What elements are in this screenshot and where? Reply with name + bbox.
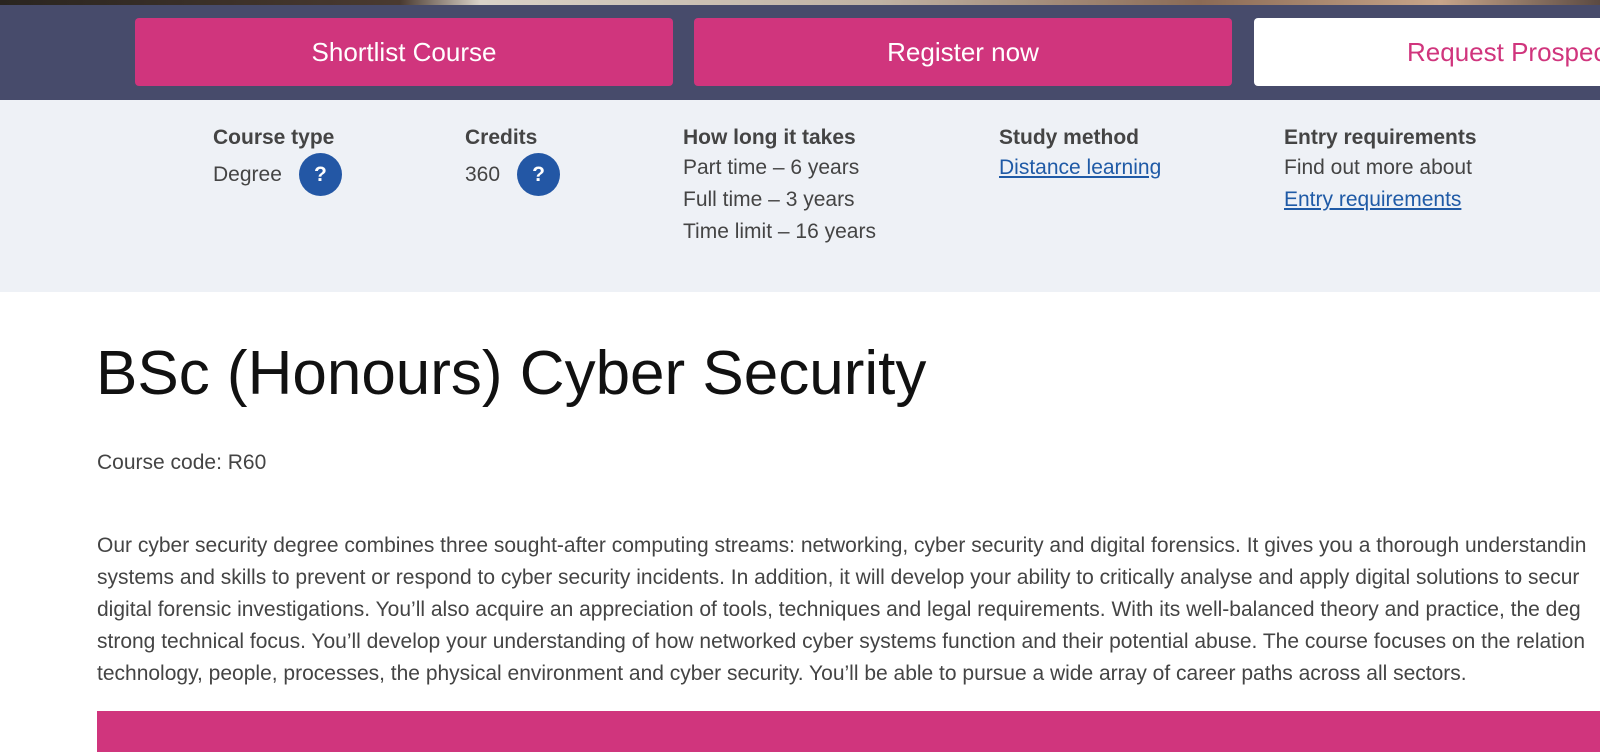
shortlist-course-button[interactable]: Shortlist Course [135, 18, 673, 86]
credits-value-row: 360 ? [465, 153, 561, 196]
course-type-help-icon[interactable]: ? [298, 153, 342, 196]
course-type-heading: Course type [213, 126, 335, 149]
distance-learning-link[interactable]: Distance learning [999, 156, 1161, 179]
duration-heading: How long it takes [683, 126, 856, 149]
entry-requirements-heading: Entry requirements [1284, 126, 1477, 149]
course-action-bar: Shortlist Course Register now Request Pr… [0, 5, 1600, 100]
entry-requirements-text: Find out more about [1284, 156, 1472, 179]
course-code: Course code: R60 [97, 451, 267, 474]
study-method-heading: Study method [999, 126, 1139, 149]
course-description: Our cyber security degree combines three… [97, 530, 1600, 690]
description-line: digital forensic investigations. You’ll … [97, 598, 1581, 621]
register-now-button[interactable]: Register now [694, 18, 1232, 86]
credits-help-icon[interactable]: ? [517, 153, 561, 196]
description-line: systems and skills to prevent or respond… [97, 566, 1580, 589]
duration-part-time: Part time – 6 years [683, 156, 860, 179]
duration-full-time: Full time – 3 years [683, 188, 855, 211]
entry-requirements-column: Entry requirements Find out more about E… [1284, 124, 1477, 216]
course-type-column: Course type Degree ? [213, 124, 342, 196]
section-banner [97, 711, 1600, 752]
credits-column: Credits 360 ? [465, 124, 561, 196]
duration-column: How long it takes Part time – 6 years Fu… [683, 124, 876, 248]
study-method-column: Study method Distance learning [999, 124, 1161, 184]
page-title: BSc (Honours) Cyber Security [96, 339, 927, 408]
course-type-value: Degree [213, 162, 282, 186]
course-info-band: Course type Degree ? Credits 360 ? How l… [0, 100, 1600, 292]
description-line: technology, people, processes, the physi… [97, 662, 1467, 685]
credits-heading: Credits [465, 126, 538, 149]
description-line: strong technical focus. You’ll develop y… [97, 630, 1586, 653]
entry-requirements-link[interactable]: Entry requirements [1284, 188, 1461, 211]
course-type-value-row: Degree ? [213, 153, 342, 196]
duration-time-limit: Time limit – 16 years [683, 220, 876, 243]
credits-value: 360 [465, 162, 501, 186]
description-line: Our cyber security degree combines three… [97, 534, 1587, 557]
request-prospectus-button[interactable]: Request Prospec [1254, 18, 1600, 86]
